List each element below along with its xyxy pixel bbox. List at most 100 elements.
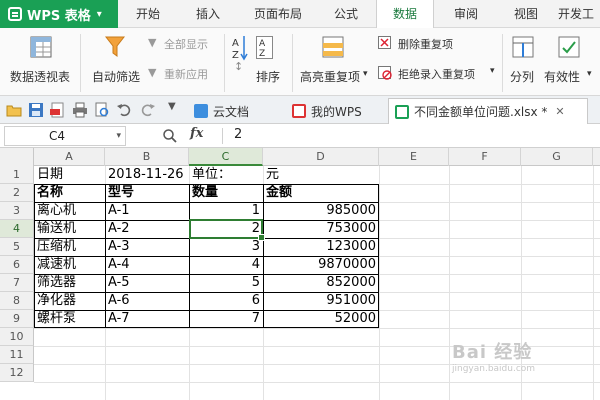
cell-a2[interactable]: 名称 bbox=[34, 184, 66, 202]
cell-amount[interactable]: 9870000 bbox=[263, 256, 379, 274]
cell-model[interactable]: A-5 bbox=[105, 274, 133, 292]
row-header[interactable]: 1 bbox=[0, 166, 34, 184]
row-header[interactable]: 10 bbox=[0, 328, 34, 346]
cell-qty-selected[interactable]: 2 bbox=[189, 220, 263, 238]
pivot-table-label: 数据透视表 bbox=[10, 70, 71, 84]
show-all-button[interactable]: ▼ 全部显示 bbox=[148, 36, 220, 52]
doc-tab-cloud[interactable]: 云文档 bbox=[188, 98, 280, 124]
save-icon[interactable] bbox=[28, 102, 44, 118]
tab-home[interactable]: 开始 bbox=[122, 0, 174, 28]
row-header[interactable]: 6 bbox=[0, 256, 34, 274]
export-pdf-icon[interactable] bbox=[50, 102, 66, 118]
select-all-corner[interactable] bbox=[0, 148, 34, 166]
row-header[interactable]: 7 bbox=[0, 274, 34, 292]
cell-a1[interactable]: 日期 bbox=[34, 166, 66, 184]
cell-qty[interactable]: 4 bbox=[189, 256, 263, 274]
highlight-duplicates-label: 高亮重复项 bbox=[300, 70, 361, 84]
validity-button[interactable]: 有效性 ▾ bbox=[544, 32, 600, 92]
close-icon[interactable]: ✕ bbox=[555, 105, 564, 118]
cell-amount[interactable]: 753000 bbox=[263, 220, 379, 238]
cell-amount[interactable]: 985000 bbox=[263, 202, 379, 220]
highlight-duplicates-icon bbox=[322, 36, 344, 58]
cell-model[interactable]: A-7 bbox=[105, 310, 133, 328]
doc-tab-mywps[interactable]: 我的WPS bbox=[286, 98, 384, 124]
cell-model[interactable]: A-2 bbox=[105, 220, 133, 238]
cell-d1[interactable]: 元 bbox=[263, 166, 282, 184]
column-header-e[interactable]: E bbox=[379, 148, 449, 166]
column-header-c[interactable]: C bbox=[189, 148, 263, 166]
cell-model[interactable]: A-6 bbox=[105, 292, 133, 310]
cell-b1[interactable]: 2018-11-26 bbox=[105, 166, 187, 184]
tab-review[interactable]: 审阅 bbox=[438, 0, 494, 28]
gridline bbox=[34, 382, 600, 383]
name-box[interactable]: C4 ▾ bbox=[4, 126, 126, 146]
cell-qty[interactable]: 1 bbox=[189, 202, 263, 220]
column-header-f[interactable]: F bbox=[449, 148, 521, 166]
cell-name[interactable]: 输送机 bbox=[34, 220, 79, 238]
tab-developer[interactable]: 开发工 bbox=[558, 0, 600, 28]
cell-amount[interactable]: 123000 bbox=[263, 238, 379, 256]
remove-duplicates-icon bbox=[378, 36, 391, 49]
cell-name[interactable]: 螺杆泵 bbox=[34, 310, 79, 328]
highlight-duplicates-button[interactable]: 高亮重复项 ▾ bbox=[298, 32, 370, 92]
chevron-down-icon: ▾ bbox=[490, 66, 495, 76]
cell-name[interactable]: 净化器 bbox=[34, 292, 79, 310]
tab-formula[interactable]: 公式 bbox=[318, 0, 374, 28]
customize-chevron-icon[interactable]: ▼ bbox=[168, 101, 184, 117]
function-icon[interactable]: fx bbox=[190, 126, 203, 141]
cell-name[interactable]: 离心机 bbox=[34, 202, 79, 220]
cell-c1[interactable]: 单位： bbox=[189, 166, 234, 184]
row-header[interactable]: 2 bbox=[0, 184, 34, 202]
tab-data[interactable]: 数据 bbox=[376, 0, 434, 29]
column-header-a[interactable]: A bbox=[34, 148, 105, 166]
tab-insert[interactable]: 插入 bbox=[180, 0, 236, 28]
cell-model[interactable]: A-4 bbox=[105, 256, 133, 274]
column-header-g[interactable]: G bbox=[521, 148, 593, 166]
cell-name[interactable]: 压缩机 bbox=[34, 238, 79, 256]
cell-c2[interactable]: 数量 bbox=[189, 184, 221, 202]
sort-button[interactable]: A Z A Z ↕ 排序 bbox=[230, 32, 286, 92]
open-folder-icon[interactable] bbox=[6, 102, 22, 118]
pivot-table-button[interactable]: 数据透视表 bbox=[6, 32, 74, 92]
split-column-button[interactable]: 分列 bbox=[506, 32, 542, 92]
cell-model[interactable]: A-3 bbox=[105, 238, 133, 256]
reject-duplicates-button[interactable]: 拒绝录入重复项 ▾ bbox=[378, 66, 498, 82]
sort-small-icon: ↕ bbox=[234, 60, 244, 73]
menu-bar: WPS 表格 ▾ 开始 插入 页面布局 公式 数据 审阅 视图 开发工 bbox=[0, 0, 600, 29]
column-header-d[interactable]: D bbox=[263, 148, 379, 166]
auto-filter-button[interactable]: 自动筛选 bbox=[86, 32, 144, 92]
row-header[interactable]: 12 bbox=[0, 364, 34, 382]
app-menu-button[interactable]: WPS 表格 ▾ bbox=[0, 0, 118, 28]
cell-name[interactable]: 筛选器 bbox=[34, 274, 79, 292]
remove-duplicates-button[interactable]: 删除重复项 bbox=[378, 36, 474, 52]
row-header[interactable]: 5 bbox=[0, 238, 34, 256]
tab-view[interactable]: 视图 bbox=[498, 0, 554, 28]
app-name: WPS 表格 bbox=[27, 8, 91, 24]
cell-qty[interactable]: 7 bbox=[189, 310, 263, 328]
print-preview-icon[interactable] bbox=[94, 102, 110, 118]
cell-name[interactable]: 减速机 bbox=[34, 256, 79, 274]
column-header-b[interactable]: B bbox=[105, 148, 189, 166]
formula-input[interactable]: 2 bbox=[234, 127, 242, 142]
cell-qty[interactable]: 5 bbox=[189, 274, 263, 292]
reapply-button[interactable]: ▼ 重新应用 bbox=[148, 66, 220, 82]
cell-qty[interactable]: 6 bbox=[189, 292, 263, 310]
redo-icon[interactable] bbox=[140, 102, 156, 118]
cell-amount[interactable]: 951000 bbox=[263, 292, 379, 310]
cell-amount[interactable]: 52000 bbox=[263, 310, 379, 328]
cell-model[interactable]: A-1 bbox=[105, 202, 133, 220]
print-icon[interactable] bbox=[72, 102, 88, 118]
cell-d2[interactable]: 金额 bbox=[263, 184, 295, 202]
row-header[interactable]: 9 bbox=[0, 310, 34, 328]
row-header[interactable]: 8 bbox=[0, 292, 34, 310]
doc-tab-file[interactable]: 不同金额单位问题.xlsx * ✕ bbox=[388, 98, 588, 124]
row-header-selected[interactable]: 4 bbox=[0, 220, 34, 238]
tab-page-layout[interactable]: 页面布局 bbox=[240, 0, 316, 28]
cell-qty[interactable]: 3 bbox=[189, 238, 263, 256]
row-header[interactable]: 3 bbox=[0, 202, 34, 220]
row-header[interactable]: 11 bbox=[0, 346, 34, 364]
cell-b2[interactable]: 型号 bbox=[105, 184, 137, 202]
cell-amount[interactable]: 852000 bbox=[263, 274, 379, 292]
undo-icon[interactable] bbox=[116, 102, 132, 118]
zoom-search-icon[interactable] bbox=[162, 128, 178, 144]
